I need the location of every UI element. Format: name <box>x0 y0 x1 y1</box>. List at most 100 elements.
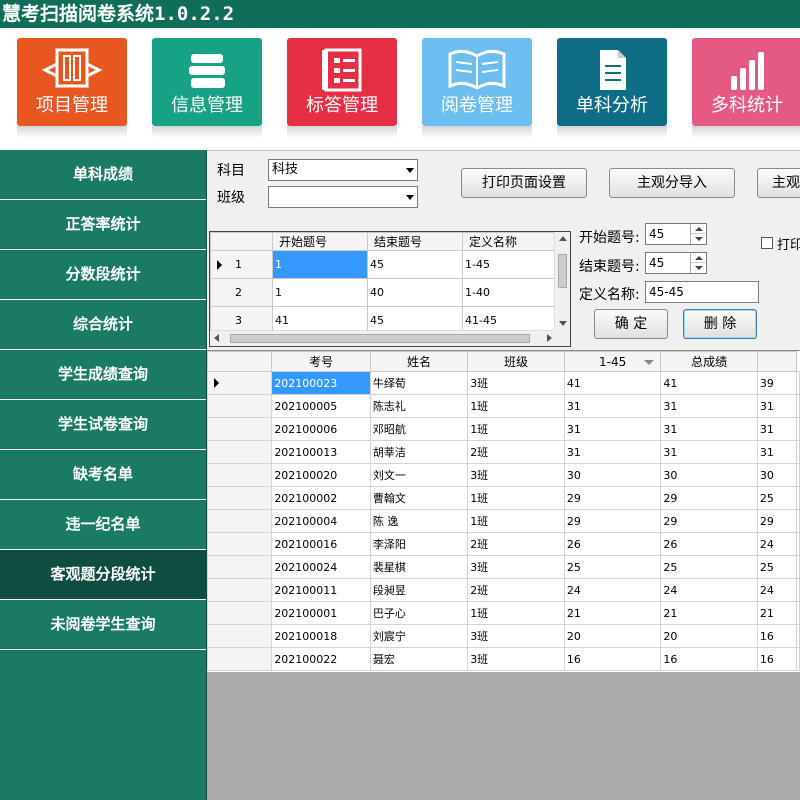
sidebar-item-violation-list[interactable]: 违一纪名单 <box>0 500 206 550</box>
grid-cell[interactable]: 1班 <box>467 509 565 533</box>
delete-button[interactable]: 删 除 <box>683 309 757 339</box>
sidebar-item-absent-list[interactable]: 缺考名单 <box>0 450 206 500</box>
row-header[interactable] <box>207 555 273 579</box>
grid-cell[interactable] <box>796 371 800 395</box>
grid-cell[interactable]: 刘宸宁 <box>369 624 469 648</box>
grid-cell[interactable]: 3班 <box>467 371 565 395</box>
grid-cell[interactable]: 31 <box>563 440 662 464</box>
column-header[interactable]: 结束题号 <box>367 232 463 251</box>
definition-name-input[interactable]: 45-45 <box>645 281 759 303</box>
project-management-button[interactable]: 项目管理 <box>17 38 127 138</box>
grid-cell[interactable]: 202100002 <box>271 486 371 510</box>
grid-cell[interactable]: 202100001 <box>271 601 371 625</box>
grid-cell[interactable]: 24 <box>756 532 798 556</box>
column-header[interactable]: 1-45 <box>563 351 662 372</box>
subject-select[interactable]: 科技 <box>268 159 418 181</box>
grid-cell[interactable]: 21 <box>756 601 798 625</box>
grid-cell[interactable]: 202100006 <box>271 417 371 441</box>
grid-cell[interactable] <box>796 624 800 648</box>
grid-cell[interactable]: 邓昭航 <box>369 417 469 441</box>
scroll-thumb[interactable] <box>230 334 530 343</box>
scroll-thumb[interactable] <box>558 254 567 288</box>
grid-cell[interactable]: 1-45 <box>462 250 557 279</box>
scroll-left-icon[interactable] <box>214 334 219 342</box>
grid-cell[interactable]: 31 <box>563 394 662 418</box>
grid-cell[interactable]: 45 <box>367 250 463 279</box>
table-row[interactable]: 202100020 刘文一 3班 30 30 30 <box>207 463 800 487</box>
grid-cell[interactable]: 202100024 <box>271 555 371 579</box>
grid-cell[interactable]: 1班 <box>467 601 565 625</box>
grid-cell[interactable]: 202100013 <box>271 440 371 464</box>
scroll-up-icon[interactable] <box>559 236 567 241</box>
table-row[interactable]: 202100018 刘宸宁 3班 20 20 16 <box>207 624 800 648</box>
row-header[interactable] <box>207 647 273 671</box>
grid-cell[interactable]: 曹翰文 <box>369 486 469 510</box>
column-header[interactable] <box>756 351 798 372</box>
print-page-setup-button[interactable]: 打印页面设置 <box>461 168 587 198</box>
grid-cell[interactable]: 202100004 <box>271 509 371 533</box>
column-header[interactable]: 考号 <box>271 351 371 372</box>
grid-cell[interactable] <box>796 417 800 441</box>
grid-cell[interactable]: 25 <box>756 555 798 579</box>
grid-cell[interactable]: 202100023 <box>271 371 371 395</box>
grid-cell[interactable]: 1班 <box>467 394 565 418</box>
sidebar-item-correct-rate[interactable]: 正答率统计 <box>0 200 206 250</box>
grid-cell[interactable]: 24 <box>756 578 798 602</box>
column-header[interactable]: 班级 <box>467 351 565 372</box>
grid-cell[interactable]: 陈 逸 <box>369 509 469 533</box>
grid-cell[interactable]: 3班 <box>467 647 565 671</box>
grid-cell[interactable]: 202100011 <box>271 578 371 602</box>
decrement-icon[interactable] <box>691 263 706 273</box>
grid-cell[interactable]: 25 <box>563 555 662 579</box>
row-header[interactable] <box>207 440 273 464</box>
grid-cell[interactable] <box>796 463 800 487</box>
row-header[interactable] <box>207 394 273 418</box>
grid-cell[interactable]: 牛绎荀 <box>369 371 469 395</box>
table-row[interactable]: 2 1 40 1-40 <box>210 278 557 307</box>
grid-cell[interactable]: 30 <box>660 463 758 487</box>
grid-cell[interactable]: 31 <box>756 394 798 418</box>
grid-cell[interactable]: 26 <box>660 532 758 556</box>
grid-cell[interactable]: 1班 <box>467 486 565 510</box>
grid-cell[interactable]: 李泽阳 <box>369 532 469 556</box>
grid-cell[interactable]: 25 <box>756 486 798 510</box>
grid-cell[interactable]: 29 <box>660 509 758 533</box>
subjective-button[interactable]: 主观 <box>757 168 800 198</box>
sidebar-item-objective-segment-stats[interactable]: 客观题分段统计 <box>0 550 206 600</box>
grid-cell[interactable] <box>796 601 800 625</box>
table-row[interactable]: 202100002 曹翰文 1班 29 29 25 <box>207 486 800 510</box>
row-header[interactable] <box>207 509 273 533</box>
grid-cell[interactable]: 31 <box>756 417 798 441</box>
row-header[interactable]: 2 <box>210 278 273 307</box>
row-header[interactable] <box>207 371 273 395</box>
end-number-stepper[interactable]: 45 <box>645 252 707 274</box>
grid-cell[interactable]: 31 <box>563 417 662 441</box>
grid-cell[interactable]: 2班 <box>467 578 565 602</box>
table-row[interactable]: 202100016 李泽阳 2班 26 26 24 <box>207 532 800 556</box>
import-subjective-button[interactable]: 主观分导入 <box>609 168 735 198</box>
grid-cell[interactable]: 16 <box>563 647 662 671</box>
confirm-button[interactable]: 确 定 <box>594 309 668 339</box>
grid-cell[interactable]: 39 <box>756 371 798 395</box>
table-row[interactable]: 202100013 胡莘洁 2班 31 31 31 <box>207 440 800 464</box>
grid-cell[interactable] <box>796 394 800 418</box>
scroll-down-icon[interactable] <box>559 321 567 326</box>
grid-cell[interactable]: 段昶昱 <box>369 578 469 602</box>
grid-cell[interactable]: 2班 <box>467 440 565 464</box>
grid-cell[interactable]: 25 <box>660 555 758 579</box>
grid-cell[interactable]: 26 <box>563 532 662 556</box>
grid-cell[interactable]: 聂宏 <box>369 647 469 671</box>
grid-cell[interactable]: 202100005 <box>271 394 371 418</box>
sidebar-item-score-range[interactable]: 分数段统计 <box>0 250 206 300</box>
info-management-button[interactable]: 信息管理 <box>152 38 262 138</box>
table-row[interactable]: 202100005 陈志礼 1班 31 31 31 <box>207 394 800 418</box>
grid-cell[interactable]: 41 <box>660 371 758 395</box>
grid-cell[interactable]: 202100022 <box>271 647 371 671</box>
sidebar-item-single-score[interactable]: 单科成绩 <box>0 150 206 200</box>
row-header[interactable]: 1 <box>210 250 273 279</box>
results-grid[interactable]: 考号 姓名 班级 1-45 总成绩 202100023 牛绎荀 3班 41 41 39 20… <box>207 350 800 672</box>
grid-cell[interactable]: 21 <box>660 601 758 625</box>
grid-cell[interactable]: 20 <box>563 624 662 648</box>
grid-cell[interactable]: 巴子心 <box>369 601 469 625</box>
column-header[interactable]: 姓名 <box>369 351 469 372</box>
